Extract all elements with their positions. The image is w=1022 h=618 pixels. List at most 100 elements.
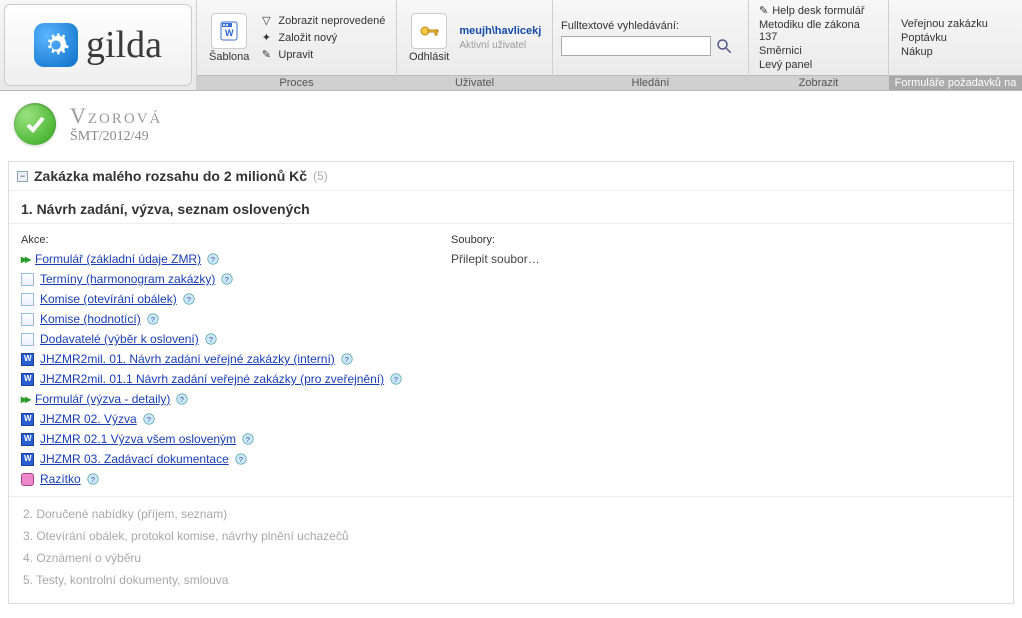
zobrazit-neprovedene-button[interactable]: ▽Zobrazit neprovedené bbox=[259, 14, 385, 28]
ribbon-group-uzivatel: Odhlásit meujh\havlicekj Aktivní uživate… bbox=[396, 0, 552, 90]
help-icon[interactable]: ? bbox=[176, 393, 188, 405]
action-link[interactable]: Komise (hodnotící) bbox=[40, 312, 141, 326]
action-link[interactable]: JHZMR 03. Zadávací dokumentace bbox=[40, 452, 229, 466]
active-user-label: Aktivní uživatel bbox=[459, 40, 541, 51]
action-link[interactable]: JHZMR 02.1 Výzva všem osloveným bbox=[40, 432, 236, 446]
stamp-icon bbox=[21, 473, 34, 486]
svg-text:?: ? bbox=[90, 475, 94, 484]
form-poptavka[interactable]: Poptávku bbox=[901, 32, 988, 44]
action-row: Komise (otevírání obálek)? bbox=[21, 292, 427, 306]
sablona-button[interactable]: W Šablona bbox=[205, 11, 253, 65]
svg-text:?: ? bbox=[180, 395, 184, 404]
help-icon[interactable]: ? bbox=[207, 253, 219, 265]
list-icon bbox=[21, 273, 34, 286]
group-label-hledani: Hledání bbox=[553, 75, 748, 90]
action-link[interactable]: Termíny (harmonogram zakázky) bbox=[40, 272, 215, 286]
app-logo: gilda bbox=[4, 4, 192, 86]
action-link[interactable]: Formulář (výzva - detaily) bbox=[35, 392, 170, 406]
metodika-link[interactable]: Metodiku dle zákona 137 bbox=[759, 19, 878, 43]
gear-icon bbox=[34, 23, 78, 67]
list-icon bbox=[21, 313, 34, 326]
upravit-button[interactable]: ✎Upravit bbox=[259, 48, 385, 62]
ribbon-group-proces: W Šablona ▽Zobrazit neprovedené ✦Založit… bbox=[196, 0, 396, 90]
help-icon[interactable]: ? bbox=[235, 453, 247, 465]
helpdesk-link[interactable]: ✎Help desk formulář bbox=[759, 4, 878, 17]
word-template-icon: W bbox=[211, 13, 247, 49]
svg-text:?: ? bbox=[211, 255, 215, 264]
list-icon bbox=[21, 293, 34, 306]
help-icon[interactable]: ? bbox=[221, 273, 233, 285]
action-link[interactable]: Formulář (základní údaje ZMR) bbox=[35, 252, 201, 266]
check-icon bbox=[14, 103, 56, 145]
svg-text:W: W bbox=[225, 28, 234, 38]
ribbon-group-zobrazit: ✎Help desk formulář Metodiku dle zákona … bbox=[748, 0, 888, 90]
main-section: − Zakázka malého rozsahu do 2 milionů Kč… bbox=[8, 161, 1014, 604]
pencil-icon: ✎ bbox=[259, 48, 273, 62]
zalozit-novy-button[interactable]: ✦Založit nový bbox=[259, 31, 385, 45]
ribbon-group-hledani: Fulltextové vyhledávání: Hledání bbox=[552, 0, 748, 90]
ribbon-toolbar: gilda W Šablona ▽Zobrazit neprovedené ✦Z… bbox=[0, 0, 1022, 91]
svg-text:?: ? bbox=[186, 295, 190, 304]
help-icon[interactable]: ? bbox=[183, 293, 195, 305]
files-label: Soubory: bbox=[451, 234, 1001, 246]
action-link[interactable]: JHZMR2mil. 01.1 Návrh zadání veřejné zak… bbox=[40, 372, 384, 386]
double-arrow-icon: ▸▸ bbox=[21, 392, 29, 406]
page-code: ŠMT/2012/49 bbox=[70, 129, 162, 145]
action-link[interactable]: Razítko bbox=[40, 472, 81, 486]
svg-text:?: ? bbox=[225, 275, 229, 284]
active-user-name: meujh\havlicekj bbox=[459, 25, 541, 37]
collapse-icon[interactable]: − bbox=[17, 171, 28, 182]
attach-file-link[interactable]: Přilepit soubor… bbox=[451, 252, 540, 266]
step1-header: 1. Návrh zadání, výzva, seznam oslovenýc… bbox=[9, 191, 1013, 224]
word-icon bbox=[21, 413, 34, 426]
help-icon[interactable]: ? bbox=[147, 313, 159, 325]
odhlasit-button[interactable]: Odhlásit bbox=[405, 11, 453, 65]
svg-text:?: ? bbox=[209, 335, 213, 344]
svg-text:?: ? bbox=[345, 355, 349, 364]
svg-text:?: ? bbox=[394, 375, 398, 384]
help-icon[interactable]: ? bbox=[341, 353, 353, 365]
group-label-uzivatel: Uživatel bbox=[397, 75, 552, 90]
action-link[interactable]: Dodavatelé (výběr k oslovení) bbox=[40, 332, 199, 346]
search-label: Fulltextové vyhledávání: bbox=[561, 20, 733, 32]
help-icon[interactable]: ? bbox=[87, 473, 99, 485]
action-link[interactable]: Komise (otevírání obálek) bbox=[40, 292, 177, 306]
page-title: Vzorová bbox=[70, 103, 162, 129]
action-row: Termíny (harmonogram zakázky)? bbox=[21, 272, 427, 286]
action-row: JHZMR2mil. 01.1 Návrh zadání veřejné zak… bbox=[21, 372, 427, 386]
actions-label: Akce: bbox=[21, 234, 427, 246]
list-icon bbox=[21, 333, 34, 346]
action-row: JHZMR 03. Zadávací dokumentace? bbox=[21, 452, 427, 466]
ribbon-group-formulare: Veřejnou zakázku Poptávku Nákup Formulář… bbox=[888, 0, 1022, 90]
help-icon[interactable]: ? bbox=[205, 333, 217, 345]
section-title: Zakázka malého rozsahu do 2 milionů Kč bbox=[34, 168, 307, 184]
help-icon[interactable]: ? bbox=[143, 413, 155, 425]
form-nakup[interactable]: Nákup bbox=[901, 46, 988, 58]
smernice-link[interactable]: Směrnici bbox=[759, 45, 878, 57]
action-link[interactable]: JHZMR 02. Výzva bbox=[40, 412, 137, 426]
help-icon[interactable]: ? bbox=[242, 433, 254, 445]
action-row: ▸▸Formulář (základní údaje ZMR)? bbox=[21, 252, 427, 266]
svg-text:?: ? bbox=[239, 455, 243, 464]
group-label-proces: Proces bbox=[197, 75, 396, 90]
action-link[interactable]: JHZMR2mil. 01. Návrh zadání veřejné zaká… bbox=[40, 352, 335, 366]
magic-icon: ✦ bbox=[259, 31, 273, 45]
inactive-step: 2. Doručené nabídky (příjem, seznam) bbox=[23, 507, 999, 521]
inactive-step: 3. Otevírání obálek, protokol komise, ná… bbox=[23, 529, 999, 543]
page-header: Vzorová ŠMT/2012/49 bbox=[0, 91, 1022, 155]
svg-text:?: ? bbox=[246, 435, 250, 444]
svg-text:?: ? bbox=[146, 415, 150, 424]
action-row: JHZMR 02.1 Výzva všem osloveným? bbox=[21, 432, 427, 446]
word-icon bbox=[21, 353, 34, 366]
svg-text:?: ? bbox=[150, 315, 154, 324]
search-input[interactable] bbox=[561, 36, 711, 56]
search-icon[interactable] bbox=[715, 37, 733, 55]
levy-panel-link[interactable]: Levý panel bbox=[759, 59, 878, 71]
form-verejna-zakazka[interactable]: Veřejnou zakázku bbox=[901, 18, 988, 30]
pencil-icon: ✎ bbox=[759, 4, 768, 17]
action-row: Komise (hodnotící)? bbox=[21, 312, 427, 326]
inactive-step: 5. Testy, kontrolní dokumenty, smlouva bbox=[23, 573, 999, 587]
help-icon[interactable]: ? bbox=[390, 373, 402, 385]
action-row: Razítko? bbox=[21, 472, 427, 486]
word-icon bbox=[21, 373, 34, 386]
